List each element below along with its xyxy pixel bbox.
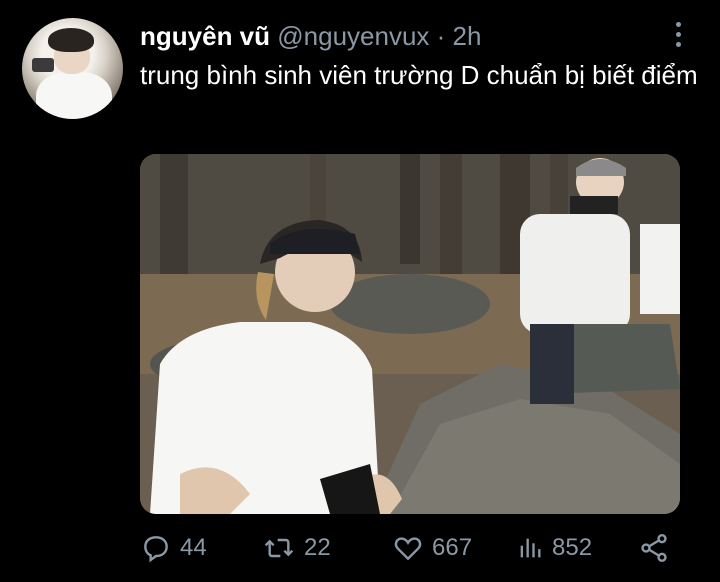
reply-button[interactable]: 44: [140, 528, 207, 568]
reply-count: 44: [180, 534, 207, 561]
retweet-icon: [264, 538, 294, 558]
tweet-header: nguyên vũ @nguyenvux · 2h: [140, 20, 481, 52]
tweet-time[interactable]: 2h: [453, 21, 482, 51]
share-button[interactable]: [638, 528, 678, 568]
action-bar: 44 22 667 852: [140, 528, 680, 568]
retweet-count: 22: [304, 534, 331, 561]
like-count: 667: [432, 534, 473, 561]
avatar-shirt: [36, 72, 112, 119]
views-count: 852: [552, 534, 593, 561]
avatar-camera: [32, 58, 54, 72]
separator-dot: ·: [436, 21, 446, 51]
avatar-hair: [48, 28, 94, 52]
reply-icon: [144, 536, 168, 563]
like-button[interactable]: 667: [392, 528, 472, 568]
retweet-button[interactable]: 22: [262, 528, 331, 568]
like-icon: [394, 537, 422, 561]
photo-illustration: [140, 154, 680, 514]
more-icon[interactable]: [674, 22, 682, 50]
display-name[interactable]: nguyên vũ: [140, 21, 270, 51]
tweet-text: trung bình sinh viên trường D chuẩn bị b…: [140, 60, 698, 90]
views-icon: [520, 538, 541, 558]
views-button[interactable]: 852: [516, 528, 592, 568]
avatar[interactable]: [22, 18, 123, 119]
share-icon: [641, 534, 667, 562]
user-handle[interactable]: @nguyenvux: [277, 21, 429, 51]
tweet-media[interactable]: [140, 154, 680, 514]
